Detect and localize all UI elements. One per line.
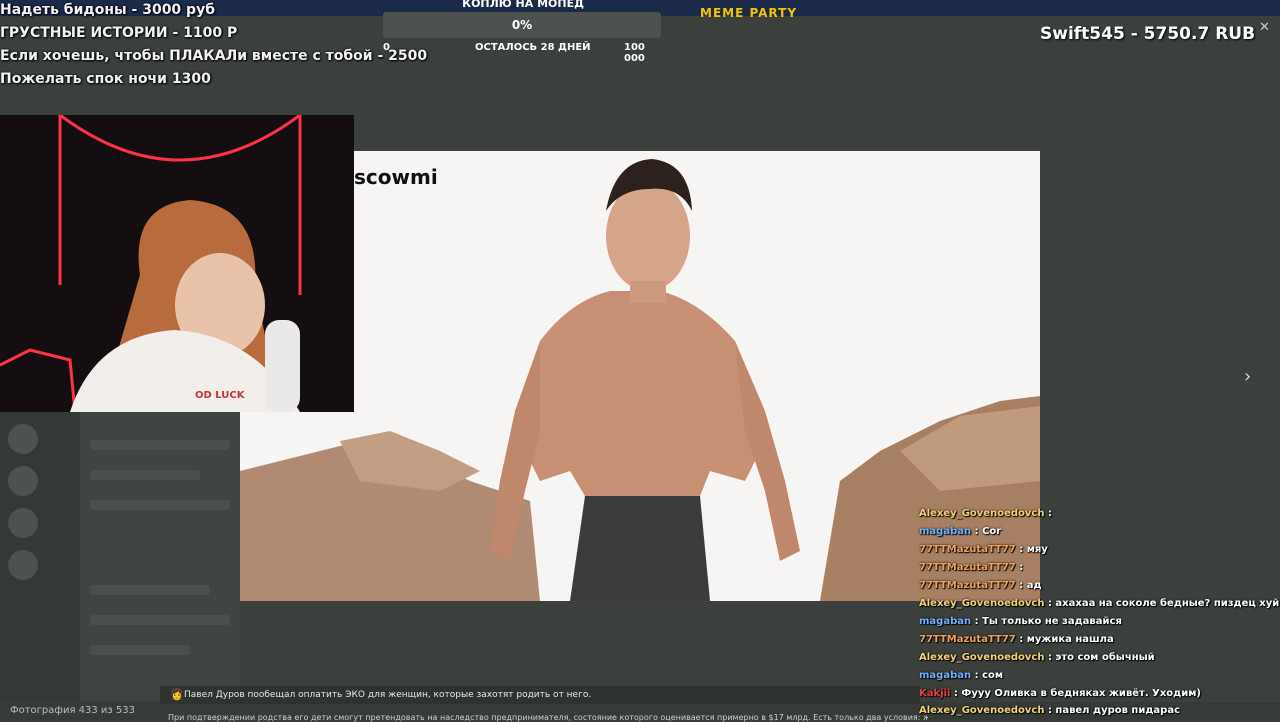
goal-max: 100 000 xyxy=(624,42,645,64)
chat-text: : мяу xyxy=(1019,544,1048,555)
chat-message: magaban : сом xyxy=(919,670,1003,681)
list-item xyxy=(90,645,190,655)
chat-nick: magaban xyxy=(919,616,972,627)
chat-message: Alexey_Govenoedovch : это сом обычный xyxy=(919,652,1155,663)
chat-message: 77TTMazutaTT77 : ад xyxy=(919,580,1042,591)
folder-avatar xyxy=(8,508,38,538)
chat-text: : сом xyxy=(974,670,1004,681)
donation-item: Если хочешь, чтобы ПЛАКАЛи вместе с тобо… xyxy=(0,48,428,64)
chat-text: : xyxy=(1019,562,1024,573)
chat-text: : ад xyxy=(1019,580,1042,591)
chat-text: : мужика нашла xyxy=(1019,634,1114,645)
chat-text: : павел дуров пидарас xyxy=(1047,705,1180,716)
chat-text: : Фууу Оливка в бедняках живёт. Уходим) xyxy=(953,688,1201,699)
list-item xyxy=(90,500,230,510)
chat-nick: Alexey_Govenoedovch xyxy=(919,652,1045,663)
chat-message: 77TTMazutaTT77 : xyxy=(919,562,1023,573)
chat-message: 77TTMazutaTT77 : мужика нашла xyxy=(919,634,1114,645)
folder-avatar xyxy=(8,424,38,454)
top-donor: Swift545 - 5750.7 RUB xyxy=(1040,24,1256,44)
donation-goal-widget: КОПЛЮ НА МОПЕД 0% 0 ОСТАЛОСЬ 28 ДНЕЙ 100… xyxy=(383,0,663,64)
folder-avatar xyxy=(8,550,38,580)
chat-text: : Cor xyxy=(974,526,1002,537)
chat-message: magaban : Cor xyxy=(919,526,1001,537)
news-icon: 👩 xyxy=(170,688,184,701)
donation-item: Надеть бидоны - 3000 руб xyxy=(0,2,215,18)
photo-counter: Фотография 433 из 533 xyxy=(10,705,135,716)
webcam-image xyxy=(0,115,354,412)
chat-message: magaban : Ты только не задавайся xyxy=(919,616,1122,627)
chat-nick: magaban xyxy=(919,526,972,537)
list-item xyxy=(90,585,210,595)
chat-nick: 77TTMazutaTT77 xyxy=(919,580,1016,591)
chat-nick: 77TTMazutaTT77 xyxy=(919,544,1016,555)
donation-item: Пожелать спок ночи 1300 xyxy=(0,71,211,87)
goal-min: 0 xyxy=(383,42,390,53)
chat-text: : Ты только не задавайся xyxy=(974,616,1122,627)
folder-avatar xyxy=(8,466,38,496)
chevron-right-icon[interactable]: › xyxy=(1244,366,1251,387)
close-icon[interactable]: ✕ xyxy=(1259,20,1270,35)
goal-title: КОПЛЮ НА МОПЕД xyxy=(462,0,584,10)
chat-message-list xyxy=(80,410,240,700)
overlay-caption: scowmi xyxy=(354,165,438,189)
list-item xyxy=(90,615,230,625)
list-item xyxy=(90,470,200,480)
ticker-subtext: При подтверждении родства его дети смогу… xyxy=(168,713,928,722)
chat-nick: 77TTMazutaTT77 xyxy=(919,562,1016,573)
chat-message: 77TTMazutaTT77 : мяу xyxy=(919,544,1048,555)
chat-message: Alexey_Govenoedovch : ахахаа на соколе б… xyxy=(919,598,1280,609)
meme-party-banner: MEME PARTY xyxy=(700,6,798,20)
chat-nick: 77TTMazutaTT77 xyxy=(919,634,1016,645)
goal-percent: 0% xyxy=(511,18,533,32)
webcam-feed xyxy=(0,115,354,412)
chat-message: Kakjii : Фууу Оливка в бедняках живёт. У… xyxy=(919,688,1201,699)
chat-text: : это сом обычный xyxy=(1047,652,1155,663)
chat-nick: Alexey_Govenoedovch xyxy=(919,508,1045,519)
chat-nick: magaban xyxy=(919,670,972,681)
chat-message: Alexey_Govenoedovch : павел дуров пидара… xyxy=(919,705,1180,716)
shirt-text: OD LUCK xyxy=(195,390,245,401)
chat-nick: Kakjii xyxy=(919,688,951,699)
chat-nick: Alexey_Govenoedovch xyxy=(919,705,1045,716)
chat-nick: Alexey_Govenoedovch xyxy=(919,598,1045,609)
list-item xyxy=(90,440,230,450)
ticker-headline: Павел Дуров пообещал оплатить ЭКО для же… xyxy=(184,690,592,700)
chat-text: : xyxy=(1047,508,1052,519)
chat-text: : ахахаа на соколе бедные? пиздец хуйня xyxy=(1047,598,1280,609)
goal-days-left: ОСТАЛОСЬ 28 ДНЕЙ xyxy=(475,42,591,53)
donation-item: ГРУСТНЫЕ ИСТОРИИ - 1100 Р xyxy=(0,25,238,41)
chat-message: Alexey_Govenoedovch : xyxy=(919,508,1052,519)
